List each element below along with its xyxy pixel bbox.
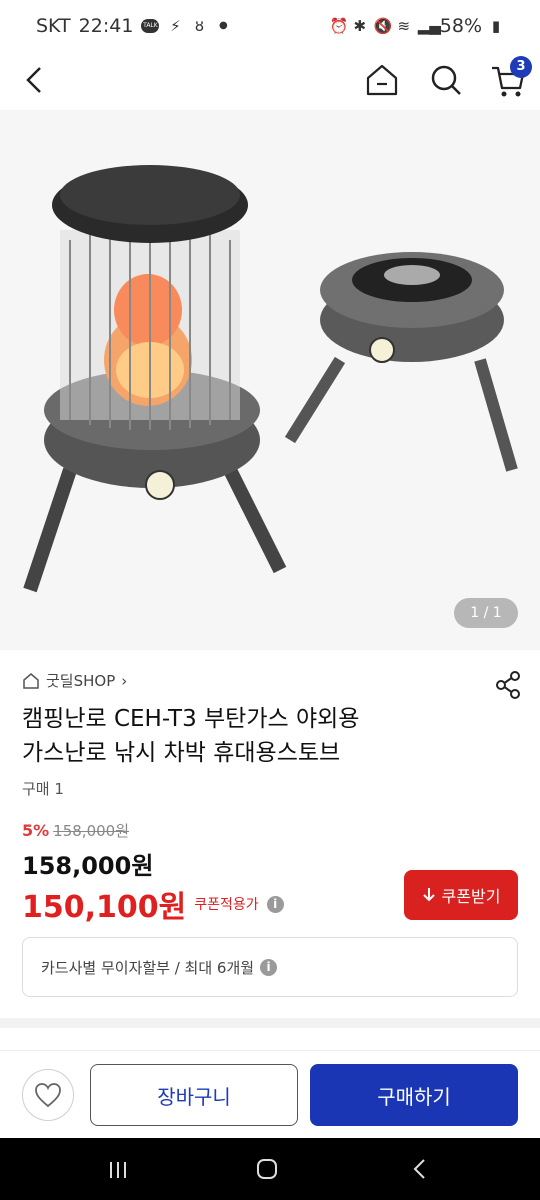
stove-illustration — [284, 252, 518, 472]
cart-button[interactable]: 3 — [488, 56, 532, 100]
coupon-price-row: 150,100원 쿠폰적용가 i — [22, 882, 284, 926]
get-coupon-button[interactable]: 쿠폰받기 — [404, 870, 518, 920]
heart-icon — [35, 1083, 61, 1108]
installment-text: 카드사별 무이자할부 / 최대 6개월 — [41, 958, 255, 977]
talk-icon: TALK — [141, 19, 160, 33]
bolt-icon: ⚡ — [170, 17, 181, 35]
bluetooth-icon: ✱ — [353, 17, 367, 35]
app-bar: 3 — [0, 52, 540, 108]
product-title: 캠핑난로 CEH-T3 부탄가스 야외용 가스난로 낚시 차박 휴대용스토브 — [22, 702, 482, 770]
home-nav-icon[interactable] — [256, 1158, 278, 1180]
cart-count-badge: 3 — [510, 56, 532, 78]
chevron-left-icon — [26, 67, 41, 93]
alarm-icon: ⏰ — [329, 17, 349, 35]
store-home-icon — [23, 672, 39, 689]
discount-rate: 5% — [22, 821, 50, 840]
product-photo — [23, 165, 518, 593]
search-icon — [431, 65, 461, 95]
recent-apps-icon[interactable] — [108, 1160, 128, 1180]
dot-icon: ● — [219, 20, 228, 31]
battery-icon: ▮ — [491, 17, 501, 35]
wifi-icon: ≋ — [397, 17, 411, 35]
purchase-count: 구매 1 — [22, 780, 64, 798]
info-icon[interactable]: i — [266, 895, 284, 913]
nav-icon: ȣ — [194, 17, 204, 35]
coupon-price-label: 쿠폰적용가 — [194, 897, 259, 913]
download-arrow-icon — [422, 888, 435, 902]
wishlist-button[interactable] — [22, 1069, 74, 1121]
search-button[interactable] — [426, 60, 466, 100]
image-page-indicator: 1 / 1 — [454, 598, 518, 628]
title-line-2: 가스난로 낚시 차박 휴대용스토브 — [22, 740, 341, 766]
back-nav-icon[interactable] — [410, 1158, 430, 1180]
info-icon[interactable]: i — [260, 958, 278, 976]
heater-illustration — [23, 165, 287, 593]
mute-icon: 🔇 — [373, 17, 393, 35]
home-button[interactable] — [362, 60, 402, 100]
coupon-price: 150,100원 — [22, 890, 187, 925]
discount-row: 5% 158,000원 — [22, 820, 129, 841]
store-name: 굿딜SHOP — [46, 672, 116, 690]
clock: 22:41 — [78, 15, 134, 37]
battery-level: 58% — [439, 15, 482, 37]
product-image[interactable]: 1 / 1 — [0, 110, 540, 650]
original-price: 158,000원 — [53, 822, 130, 840]
installment-info[interactable]: 카드사별 무이자할부 / 최대 6개월 i — [22, 937, 518, 997]
back-button[interactable] — [18, 62, 54, 98]
buy-now-button[interactable]: 구매하기 — [310, 1064, 518, 1126]
price: 158,000원 — [22, 852, 154, 880]
status-bar: SKT 22:41 TALK ⚡ ȣ ● ⏰ ✱ 🔇 ≋ ▂▄ 58% ▮ — [0, 0, 540, 52]
share-button[interactable] — [494, 670, 522, 700]
add-to-cart-button[interactable]: 장바구니 — [90, 1064, 298, 1126]
title-line-1: 캠핑난로 CEH-T3 부탄가스 야외용 — [22, 706, 360, 732]
signal-icon: ▂▄ — [417, 17, 441, 35]
chevron-right-icon: › — [121, 671, 128, 690]
share-icon — [496, 671, 520, 699]
carrier-label: SKT — [36, 15, 71, 37]
system-nav-bar — [0, 1138, 540, 1200]
home-icon — [366, 64, 398, 96]
section-divider — [0, 1018, 540, 1028]
bottom-action-bar: 장바구니 구매하기 — [0, 1050, 540, 1136]
get-coupon-label: 쿠폰받기 — [441, 887, 501, 906]
store-link[interactable]: 굿딜SHOP › — [22, 670, 127, 691]
